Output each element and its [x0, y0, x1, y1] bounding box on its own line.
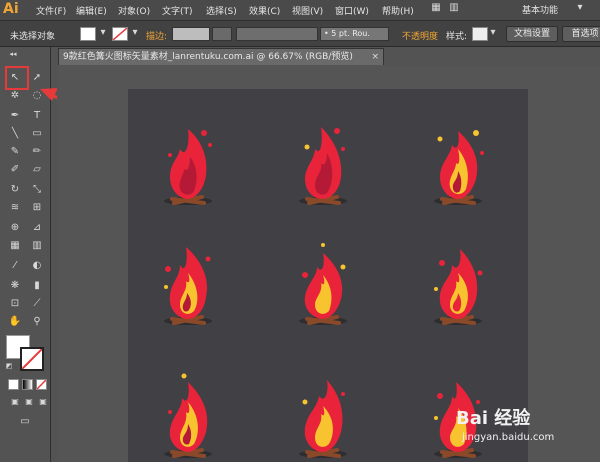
- menu-effect[interactable]: 效果(C): [249, 4, 280, 17]
- draw-behind-icon[interactable]: ▣: [22, 395, 36, 409]
- menu-window[interactable]: 窗口(W): [335, 4, 369, 17]
- rotate-tool-icon[interactable]: ↻: [8, 183, 22, 197]
- fire-icon-6[interactable]: [428, 239, 488, 329]
- stroke-size-text: 5 pt. Rou.: [331, 29, 370, 38]
- fire-icon-4[interactable]: [158, 239, 218, 329]
- gradient-tool-icon[interactable]: ▥: [30, 239, 44, 253]
- fire-icon-7[interactable]: [158, 372, 218, 462]
- document-title: 9款红色篝火图标矢量素材_lanrentuku.com.ai @ 66.67% …: [63, 52, 353, 62]
- hand-tool-icon[interactable]: ✋: [8, 315, 22, 329]
- scale-tool-icon[interactable]: ⤡: [30, 183, 44, 197]
- brush-definition[interactable]: • 5 pt. Rou.: [320, 27, 389, 41]
- menu-object[interactable]: 对象(O): [118, 4, 150, 17]
- fire-icon-8[interactable]: [293, 372, 353, 462]
- bridge-icon[interactable]: ▦: [428, 2, 444, 16]
- fire-icon-3[interactable]: [428, 119, 488, 209]
- symbol-sprayer-icon[interactable]: ❋: [8, 279, 22, 293]
- fire-icon-2[interactable]: [293, 119, 353, 209]
- chevron-down-icon[interactable]: ▾: [486, 26, 500, 40]
- menu-help[interactable]: 帮助(H): [382, 4, 414, 17]
- arrange-icon[interactable]: ▥: [446, 2, 462, 16]
- width-tool-icon[interactable]: ≋: [8, 201, 22, 215]
- chevron-down-icon[interactable]: ▾: [128, 26, 142, 40]
- menu-type[interactable]: 文字(T): [162, 4, 193, 17]
- shape-builder-icon[interactable]: ⊕: [8, 221, 22, 235]
- eraser-icon[interactable]: ▱: [30, 163, 44, 177]
- workspace-switcher[interactable]: 基本功能: [522, 3, 558, 16]
- mesh-tool-icon[interactable]: ▦: [8, 239, 22, 253]
- default-colors-icon[interactable]: ◩: [2, 359, 16, 373]
- artboard-tool-icon[interactable]: ⊡: [8, 297, 22, 311]
- pencil-icon[interactable]: ✏: [30, 145, 44, 159]
- gradient-mode-icon[interactable]: [22, 379, 33, 390]
- menu-view[interactable]: 视图(V): [292, 4, 323, 17]
- document-settings-button[interactable]: 文档设置: [506, 26, 558, 42]
- variable-width-profile[interactable]: [236, 27, 318, 41]
- style-label: 样式:: [446, 32, 468, 42]
- watermark-url: jingyan.baidu.com: [462, 432, 555, 443]
- eyedropper-icon[interactable]: ⁄: [8, 259, 22, 273]
- document-tab[interactable]: 9款红色篝火图标矢量素材_lanrentuku.com.ai @ 66.67% …: [58, 48, 384, 66]
- fire-icon-5[interactable]: [293, 239, 353, 329]
- blend-tool-icon[interactable]: ◐: [30, 259, 44, 273]
- watermark-logo: Bai 经验: [456, 408, 531, 429]
- zoom-tool-icon[interactable]: ⚲: [30, 315, 44, 329]
- screen-mode-icon[interactable]: ▭: [18, 415, 32, 429]
- graph-tool-icon[interactable]: ▮: [30, 279, 44, 293]
- draw-normal-icon[interactable]: ▣: [8, 395, 22, 409]
- minimize-icon[interactable]: ▾: [572, 2, 588, 16]
- free-transform-icon[interactable]: ⊞: [30, 201, 44, 215]
- stroke-weight-field[interactable]: [172, 27, 210, 41]
- preferences-button[interactable]: 首选项: [562, 26, 600, 42]
- draw-inside-icon[interactable]: ▣: [36, 395, 50, 409]
- stroke-label[interactable]: 描边:: [146, 29, 167, 42]
- blob-brush-icon[interactable]: ✐: [8, 163, 22, 177]
- close-icon[interactable]: ×: [371, 49, 379, 65]
- menu-select[interactable]: 选择(S): [206, 4, 237, 17]
- stroke-weight-dropdown[interactable]: [212, 27, 232, 41]
- fire-icon-1[interactable]: [158, 119, 218, 209]
- paintbrush-icon[interactable]: ✎: [8, 145, 22, 159]
- opacity-label[interactable]: 不透明度: [402, 29, 438, 42]
- stroke-color-swatch[interactable]: [20, 347, 44, 371]
- baidu-watermark: Bai 经验 jingyan.baidu.com: [452, 398, 600, 458]
- slice-tool-icon[interactable]: ⟋: [30, 297, 44, 311]
- none-mode-icon[interactable]: [36, 379, 47, 390]
- perspective-grid-icon[interactable]: ⊿: [30, 221, 44, 235]
- color-mode-icon[interactable]: [8, 379, 19, 390]
